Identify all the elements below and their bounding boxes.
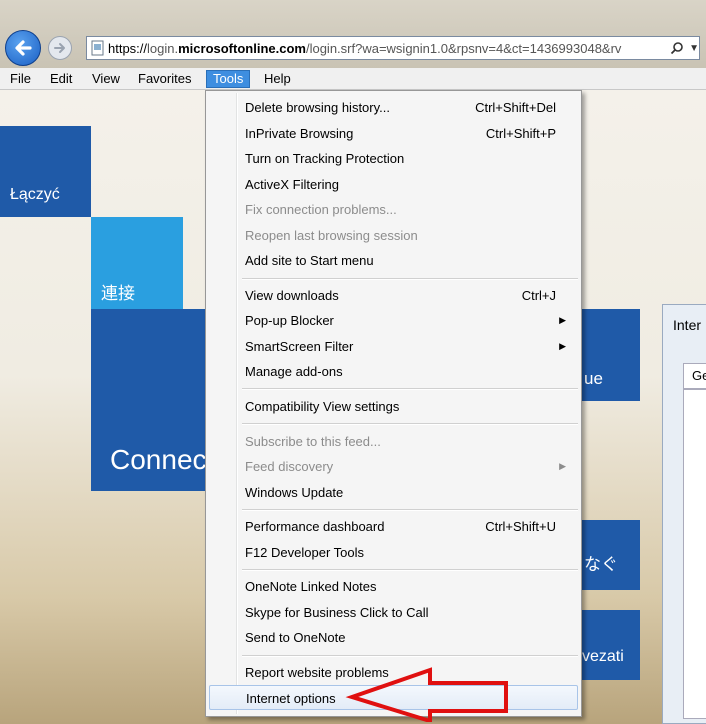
menu-tools[interactable]: Tools xyxy=(206,70,251,88)
menu-item-tracking-protection[interactable]: Turn on Tracking Protection xyxy=(209,146,578,171)
menu-item-skype-click-to-call[interactable]: Skype for Business Click to Call xyxy=(209,600,578,625)
menu-item-delete-browsing-history[interactable]: Delete browsing history... Ctrl+Shift+De… xyxy=(209,95,578,120)
menu-item-performance-dashboard[interactable]: Performance dashboard Ctrl+Shift+U xyxy=(209,514,578,539)
menu-item-label: SmartScreen Filter xyxy=(245,339,354,354)
menu-item-smartscreen[interactable]: SmartScreen Filter ▶ xyxy=(209,334,578,359)
menu-item-windows-update[interactable]: Windows Update xyxy=(209,480,578,505)
menu-item-label: Skype for Business Click to Call xyxy=(245,605,429,620)
tile-english-label: Connec xyxy=(110,444,207,475)
url-path: /login.srf?wa=wsignin1.0&rpsnv=4&ct=1436… xyxy=(305,40,622,56)
menu-item-label: Turn on Tracking Protection xyxy=(245,151,405,166)
menu-item-subscribe-feed: Subscribe to this feed... xyxy=(209,429,578,454)
menu-edit[interactable]: Edit xyxy=(44,70,78,88)
menu-item-view-downloads[interactable]: View downloads Ctrl+J xyxy=(209,283,578,308)
menu-item-inprivate-browsing[interactable]: InPrivate Browsing Ctrl+Shift+P xyxy=(209,121,578,146)
menu-favorites[interactable]: Favorites xyxy=(132,70,197,88)
menu-item-label: OneNote Linked Notes xyxy=(245,579,377,594)
tile-chinese: 連接 xyxy=(91,217,183,309)
tab-general-label: Ge xyxy=(692,368,706,383)
tile-japanese: なぐ xyxy=(582,520,640,590)
tile-english: Connec xyxy=(91,309,207,491)
menu-item-manage-addons[interactable]: Manage add-ons xyxy=(209,359,578,384)
menu-separator xyxy=(242,569,578,571)
menu-item-label: Subscribe to this feed... xyxy=(245,434,381,449)
menu-item-label: Add site to Start menu xyxy=(245,253,374,268)
menu-separator xyxy=(242,423,578,425)
menu-item-label: F12 Developer Tools xyxy=(245,545,364,560)
tile-croatian-label: vezati xyxy=(582,648,624,665)
menu-file[interactable]: File xyxy=(4,70,37,88)
url-domain-prefix: login. xyxy=(147,40,179,56)
menu-item-popup-blocker[interactable]: Pop-up Blocker ▶ xyxy=(209,308,578,333)
menu-item-shortcut: Ctrl+Shift+Del xyxy=(475,100,556,115)
menu-item-label: Feed discovery xyxy=(245,459,334,474)
menu-item-shortcut: Ctrl+Shift+P xyxy=(485,126,556,141)
menu-item-fix-connection: Fix connection problems... xyxy=(209,197,578,222)
menu-item-label: Delete browsing history... xyxy=(245,100,390,115)
menu-separator xyxy=(242,655,578,657)
menu-item-label: Send to OneNote xyxy=(245,630,346,645)
menu-item-label: ActiveX Filtering xyxy=(245,177,339,192)
menu-help[interactable]: Help xyxy=(258,70,297,88)
tools-menu: Delete browsing history... Ctrl+Shift+De… xyxy=(205,90,582,717)
url-domain: microsoftonline.com xyxy=(178,40,306,56)
menu-item-label: Pop-up Blocker xyxy=(245,313,334,328)
menu-item-activex-filtering[interactable]: ActiveX Filtering xyxy=(209,172,578,197)
menu-item-label: Manage add-ons xyxy=(245,364,343,379)
tile-chinese-label: 連接 xyxy=(101,284,135,303)
back-button[interactable] xyxy=(5,30,41,66)
menu-item-add-site-start[interactable]: Add site to Start menu xyxy=(209,248,578,273)
forward-button[interactable] xyxy=(48,36,72,60)
dialog-body xyxy=(683,389,706,719)
menu-item-shortcut: Ctrl+J xyxy=(521,288,556,303)
chevron-down-icon[interactable]: ▼ xyxy=(689,43,699,54)
menu-item-label: InPrivate Browsing xyxy=(245,126,354,141)
menu-item-label: Performance dashboard xyxy=(245,519,385,534)
menu-item-label: View downloads xyxy=(245,288,339,303)
url-text[interactable]: https://login.microsoftonline.com/login.… xyxy=(108,41,666,56)
menu-separator xyxy=(242,388,578,390)
tile-polish-label: Łączyć xyxy=(10,186,60,203)
back-arrow-icon xyxy=(15,40,32,56)
menu-item-shortcut: Ctrl+Shift+U xyxy=(485,519,556,534)
menu-item-label: Internet options xyxy=(246,691,336,706)
menu-item-onenote-linked[interactable]: OneNote Linked Notes xyxy=(209,574,578,599)
menu-bar: File Edit View Favorites Tools Help xyxy=(0,68,706,90)
menu-item-reopen-session: Reopen last browsing session xyxy=(209,223,578,248)
menu-item-send-to-onenote[interactable]: Send to OneNote xyxy=(209,625,578,650)
menu-item-label: Windows Update xyxy=(245,485,344,500)
page-icon xyxy=(90,40,106,56)
internet-options-dialog: Inter Ge xyxy=(662,304,706,724)
forward-arrow-icon xyxy=(54,43,65,53)
menu-item-feed-discovery: Feed discovery ▶ xyxy=(209,454,578,479)
tab-general[interactable]: Ge xyxy=(683,363,706,389)
menu-item-compatibility-view[interactable]: Compatibility View settings xyxy=(209,394,578,419)
triangle-right-icon: ▶ xyxy=(559,461,566,471)
browser-chrome: https://login.microsoftonline.com/login.… xyxy=(0,0,706,68)
tile-polish: Łączyć xyxy=(0,126,91,217)
tile-right-1: ue xyxy=(582,309,640,401)
url-scheme: https:// xyxy=(108,40,148,56)
menu-item-label: Reopen last browsing session xyxy=(245,228,418,243)
menu-item-label: Fix connection problems... xyxy=(245,202,397,217)
menu-item-f12-tools[interactable]: F12 Developer Tools xyxy=(209,540,578,565)
dialog-title: Inter xyxy=(673,317,702,333)
menu-view[interactable]: View xyxy=(86,70,126,88)
tile-japanese-label: なぐ xyxy=(584,555,618,574)
triangle-right-icon: ▶ xyxy=(559,341,566,351)
tile-right-1-label: ue xyxy=(584,369,603,388)
address-bar[interactable]: https://login.microsoftonline.com/login.… xyxy=(86,36,700,60)
triangle-right-icon: ▶ xyxy=(559,315,566,325)
red-arrow-annotation xyxy=(345,667,508,722)
menu-item-label: Compatibility View settings xyxy=(245,399,400,414)
menu-separator xyxy=(242,509,578,511)
search-icon[interactable] xyxy=(670,40,686,56)
menu-separator xyxy=(242,278,578,280)
tile-croatian: vezati xyxy=(582,610,640,680)
